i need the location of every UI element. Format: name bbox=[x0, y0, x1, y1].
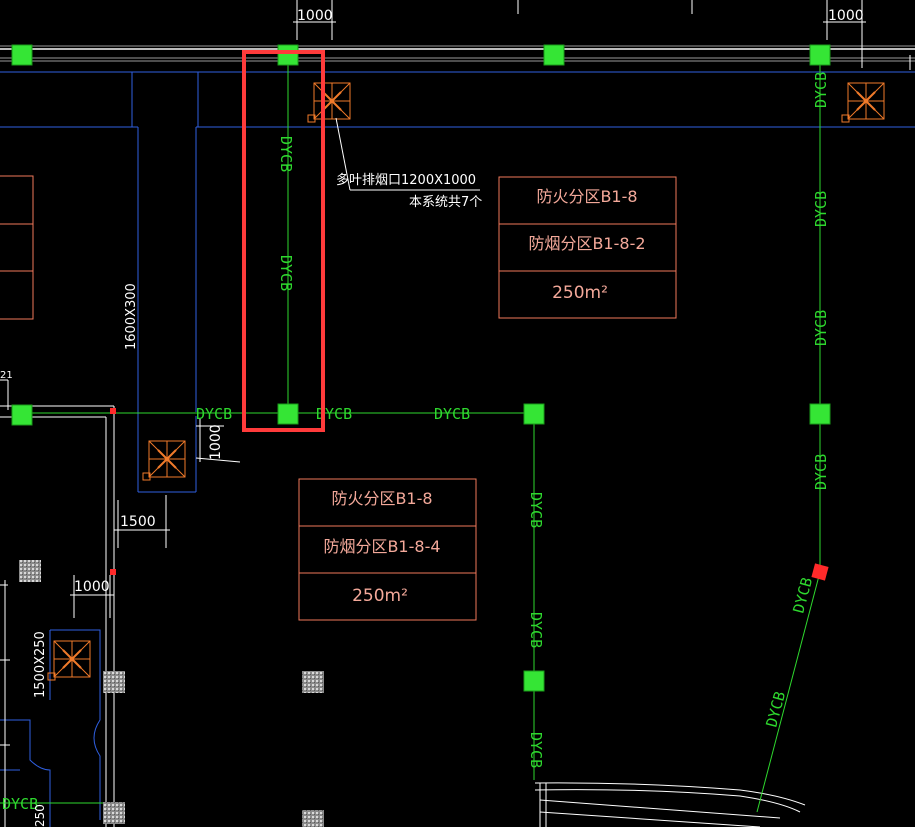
dimension-vertical-1000: 1000 bbox=[208, 424, 224, 460]
dycb-tag-right-2: DYCB bbox=[812, 191, 830, 227]
dimension-1500: 1500 bbox=[120, 514, 156, 530]
smoke-zone-label: 防烟分区B1-8-2 bbox=[528, 234, 645, 253]
smoke-outlet-note-line2: 本系统共7个 bbox=[409, 195, 482, 210]
fire-zone-label: 防火分区B1-8 bbox=[536, 187, 637, 206]
dimension-top-right: 1000 bbox=[828, 8, 864, 24]
gray-column-node[interactable] bbox=[103, 671, 125, 693]
column-node[interactable] bbox=[277, 403, 299, 425]
zone-box-2[interactable]: 防火分区B1-8 防烟分区B1-8-4 250m² bbox=[298, 478, 477, 621]
column-node[interactable] bbox=[809, 44, 831, 66]
dycb-tag-lower-3: DYCB bbox=[527, 732, 545, 768]
zone-box-1[interactable]: 防火分区B1-8 防烟分区B1-8-2 250m² bbox=[498, 176, 677, 319]
dimension-bottom-left-partial: 250 bbox=[33, 804, 47, 827]
gray-column-node[interactable] bbox=[19, 560, 41, 582]
gray-column-node[interactable] bbox=[302, 810, 324, 827]
smoke-zone-label: 防烟分区B1-8-4 bbox=[323, 537, 440, 556]
dimension-1000-lower: 1000 bbox=[74, 579, 110, 595]
duct-size-1500x250: 1500X250 bbox=[33, 631, 48, 698]
cad-drawing-canvas[interactable]: 1000 1000 21 DYCB DYCB DYCB DYCB DYCB DY… bbox=[0, 0, 915, 827]
dycb-tag-horizontal-1: DYCB bbox=[196, 405, 232, 423]
red-column-node[interactable] bbox=[811, 563, 829, 581]
dycb-tag-horizontal-3: DYCB bbox=[434, 405, 470, 423]
dycb-tag-diagonal-1: DYCB bbox=[789, 575, 816, 615]
smoke-outlet-icon[interactable] bbox=[841, 82, 885, 123]
dycb-tag-right-4: DYCB bbox=[812, 454, 830, 490]
room-outline-left bbox=[0, 175, 34, 320]
column-nodes bbox=[11, 44, 831, 692]
column-node[interactable] bbox=[11, 404, 33, 426]
dycb-tag-lower-2: DYCB bbox=[527, 612, 545, 648]
gray-nodes bbox=[19, 560, 324, 827]
dimension-left-partial: 21 bbox=[0, 370, 13, 381]
fire-zone-label: 防火分区B1-8 bbox=[331, 489, 432, 508]
dimension-top-left: 1000 bbox=[297, 8, 333, 24]
smoke-outlet-icon[interactable] bbox=[47, 640, 91, 681]
dycb-tag-vertical-1: DYCB bbox=[277, 136, 295, 172]
gray-column-node[interactable] bbox=[103, 802, 125, 824]
area-label: 250m² bbox=[552, 283, 608, 303]
dycb-tag-right-3: DYCB bbox=[812, 310, 830, 346]
smoke-outlet-icon[interactable] bbox=[307, 82, 351, 123]
smoke-outlet-note-line1: 多叶排烟口1200X1000 bbox=[336, 172, 476, 188]
column-node[interactable] bbox=[523, 403, 545, 425]
area-label: 250m² bbox=[352, 586, 408, 606]
dycb-tag-diagonal-2: DYCB bbox=[762, 689, 789, 729]
smoke-outlet-icon[interactable] bbox=[142, 440, 186, 481]
gray-column-node[interactable] bbox=[302, 671, 324, 693]
column-node[interactable] bbox=[11, 44, 33, 66]
top-wall-band bbox=[0, 45, 915, 62]
column-node[interactable] bbox=[277, 44, 299, 66]
column-node[interactable] bbox=[543, 44, 565, 66]
column-node[interactable] bbox=[809, 403, 831, 425]
selection-highlight-box bbox=[242, 50, 325, 432]
dycb-tag-right-1: DYCB bbox=[812, 72, 830, 108]
duct-size-1600x300: 1600X300 bbox=[124, 283, 139, 350]
dycb-tag-lower-1: DYCB bbox=[527, 492, 545, 528]
column-node[interactable] bbox=[523, 670, 545, 692]
dycb-tag-vertical-2: DYCB bbox=[277, 255, 295, 291]
